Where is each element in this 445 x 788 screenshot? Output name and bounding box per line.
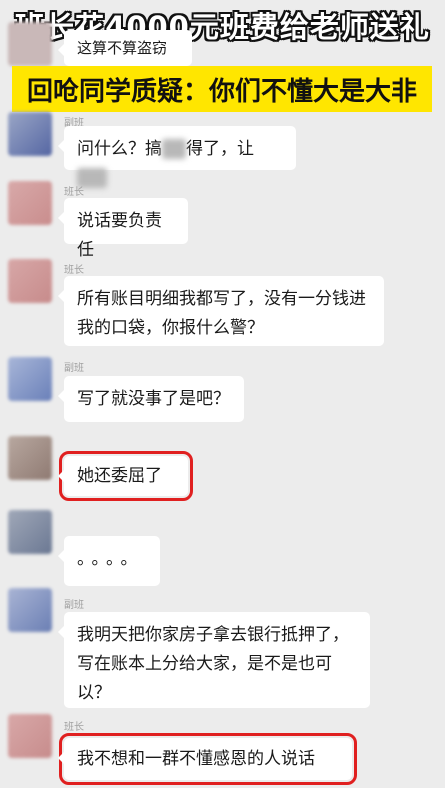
message-text: 问什么？搞 (77, 139, 162, 159)
message-bubble[interactable]: 。。。。 (58, 536, 160, 586)
blurred-text (162, 139, 186, 159)
avatar[interactable] (8, 436, 52, 480)
sender-name: 副班 (64, 600, 84, 611)
sender-name: 班长 (64, 265, 84, 276)
sender-name: 副班 (64, 363, 84, 374)
avatar[interactable] (8, 357, 52, 401)
avatar[interactable] (8, 588, 52, 632)
message-text: 我不想和一群不懂感恩的人说话 (77, 749, 315, 769)
video-subtitle-text: 回呛同学质疑：你们不懂大是大非 (26, 76, 417, 107)
sender-name: 班长 (64, 722, 84, 733)
message-bubble[interactable]: 说话要负责任 (58, 198, 188, 260)
message-text: 这算不算盗窃 (77, 39, 168, 57)
avatar[interactable] (8, 510, 52, 554)
message-bubble[interactable]: 所有账目明细我都写了，没有一分钱进我的口袋，你报什么警？ (58, 276, 384, 346)
avatar[interactable] (8, 112, 52, 156)
video-subtitle: 回呛同学质疑：你们不懂大是大非 (12, 66, 432, 112)
message-text: 她还委屈了 (77, 466, 162, 486)
message-bubble[interactable]: 问什么？搞 得了，让 (58, 126, 296, 188)
message-text: 。。。。 (77, 549, 144, 569)
message-bubble-highlighted[interactable]: 我不想和一群不懂感恩的人说话 (58, 733, 357, 785)
message-text: 得了，让 (186, 139, 254, 159)
message-text: 所有账目明细我都写了，没有一分钱进我的口袋，你报什么警？ (77, 289, 366, 338)
avatar[interactable] (8, 181, 52, 225)
message-text: 我明天把你家房子拿去银行抵押了，写在账本上分给大家，是不是也可以？ (77, 625, 349, 703)
sender-name: 班长 (64, 187, 84, 198)
message-bubble-highlighted[interactable]: 她还委屈了 (58, 451, 193, 501)
avatar[interactable] (8, 259, 52, 303)
message-text: 写了就没事了是吧？ (77, 389, 230, 409)
message-bubble[interactable]: 写了就没事了是吧？ (58, 376, 244, 422)
message-text: 说话要负责任 (77, 211, 162, 260)
avatar[interactable] (8, 22, 52, 66)
message-bubble[interactable]: 我明天把你家房子拿去银行抵押了，写在账本上分给大家，是不是也可以？ (58, 612, 370, 708)
avatar[interactable] (8, 714, 52, 758)
message-bubble[interactable]: 这算不算盗窃 (58, 30, 192, 66)
